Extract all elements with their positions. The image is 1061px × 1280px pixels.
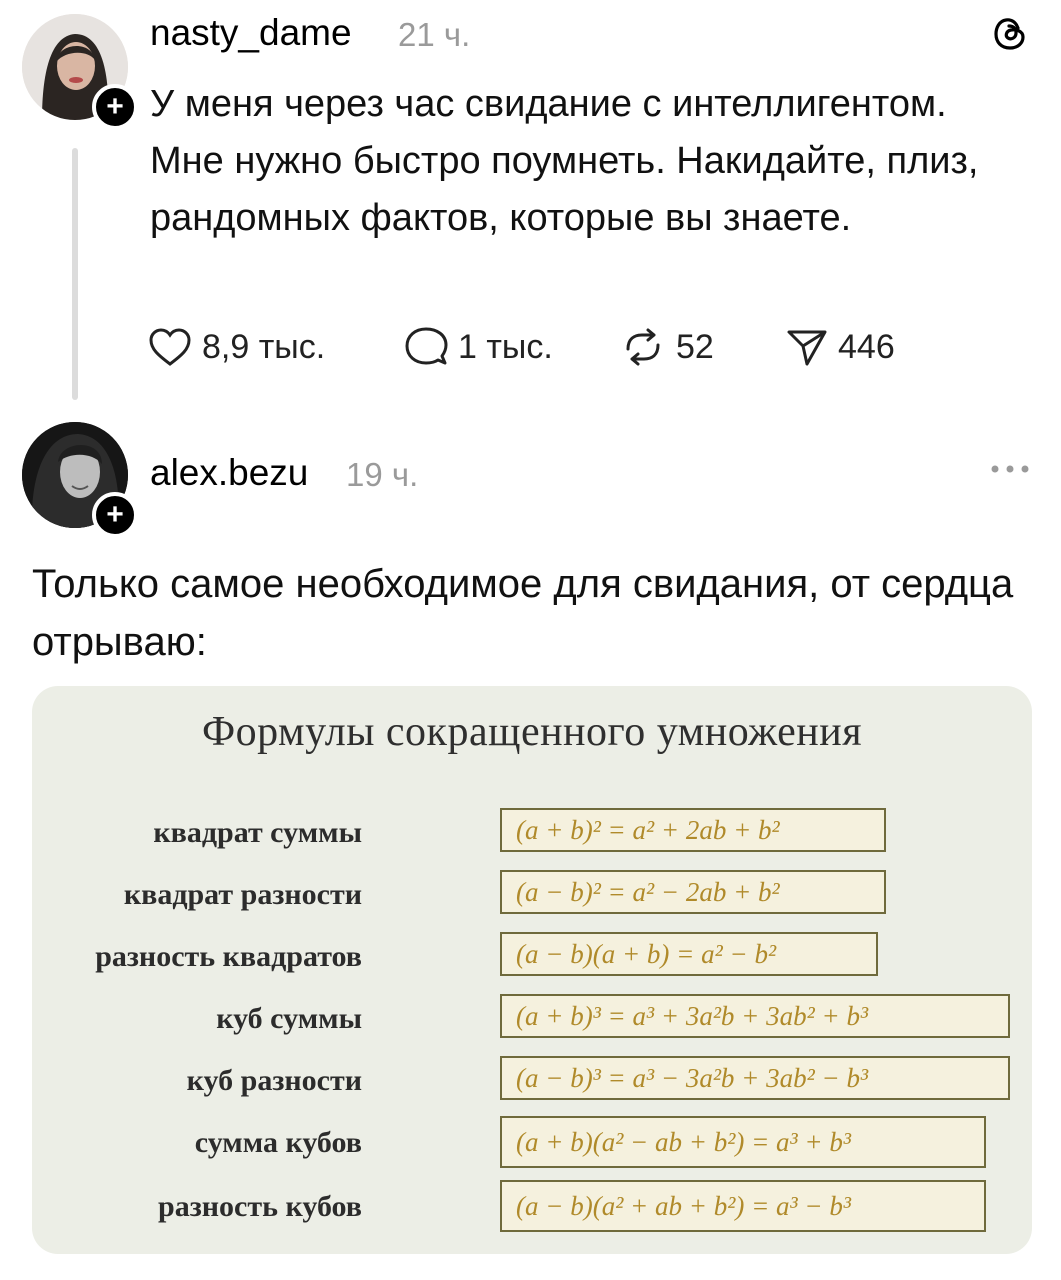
heart-icon	[149, 328, 191, 366]
follow-plus-button[interactable]: +	[92, 84, 138, 130]
reply-username[interactable]: alex.bezu	[150, 452, 308, 494]
formula-box: (a − b)² = a² − 2ab + b²	[500, 870, 886, 914]
comment-button[interactable]: 1 тыс.	[404, 324, 553, 370]
post-time: 21 ч.	[398, 16, 471, 53]
follow-plus-button-reply[interactable]: +	[92, 492, 138, 538]
formula-box: (a − b)³ = a³ − 3a²b + 3ab² − b³	[500, 1056, 1010, 1100]
formula-box: (a − b)(a + b) = a² − b²	[500, 932, 878, 976]
reply-time: 19 ч.	[346, 456, 419, 493]
send-icon	[787, 330, 827, 366]
comment-icon	[405, 327, 448, 365]
formula-box: (a + b)² = a² + 2ab + b²	[500, 808, 886, 852]
post-text: У меня через час свидание с интеллигенто…	[150, 83, 979, 239]
more-options-icon[interactable]	[988, 462, 1032, 476]
formula-image[interactable]: Формулы сокращенного умножения квадрат с…	[32, 686, 1032, 1254]
formula-label: куб суммы	[216, 1002, 362, 1035]
like-button[interactable]: 8,9 тыс.	[148, 324, 325, 370]
formula-box: (a + b)³ = a³ + 3a²b + 3ab² + b³	[500, 994, 1010, 1038]
repost-count: 52	[676, 327, 714, 366]
formula-box: (a + b)(a² − ab + b²) = a³ + b³	[500, 1116, 986, 1168]
formula-title: Формулы сокращенного умножения	[201, 709, 863, 755]
post-username[interactable]: nasty_dame	[150, 12, 352, 54]
formula-label: сумма кубов	[194, 1126, 362, 1159]
formula-label: разность квадратов	[95, 940, 362, 973]
threads-logo-icon[interactable]	[990, 14, 1030, 54]
formula-label: куб разности	[186, 1064, 362, 1097]
reply-text: Только самое необходимое для свидания, о…	[32, 562, 1014, 664]
share-count: 446	[838, 327, 895, 366]
comment-count: 1 тыс.	[458, 327, 553, 366]
repost-button[interactable]: 52	[620, 324, 714, 370]
formula-label: квадрат разности	[123, 878, 362, 911]
formula-label: разность кубов	[158, 1190, 362, 1223]
repost-icon	[626, 328, 660, 366]
formula-box: (a − b)(a² + ab + b²) = a³ − b³	[500, 1180, 986, 1232]
formula-label: квадрат суммы	[153, 816, 362, 849]
thread-line	[72, 148, 78, 400]
like-count: 8,9 тыс.	[202, 327, 326, 366]
share-button[interactable]: 446	[786, 324, 895, 370]
